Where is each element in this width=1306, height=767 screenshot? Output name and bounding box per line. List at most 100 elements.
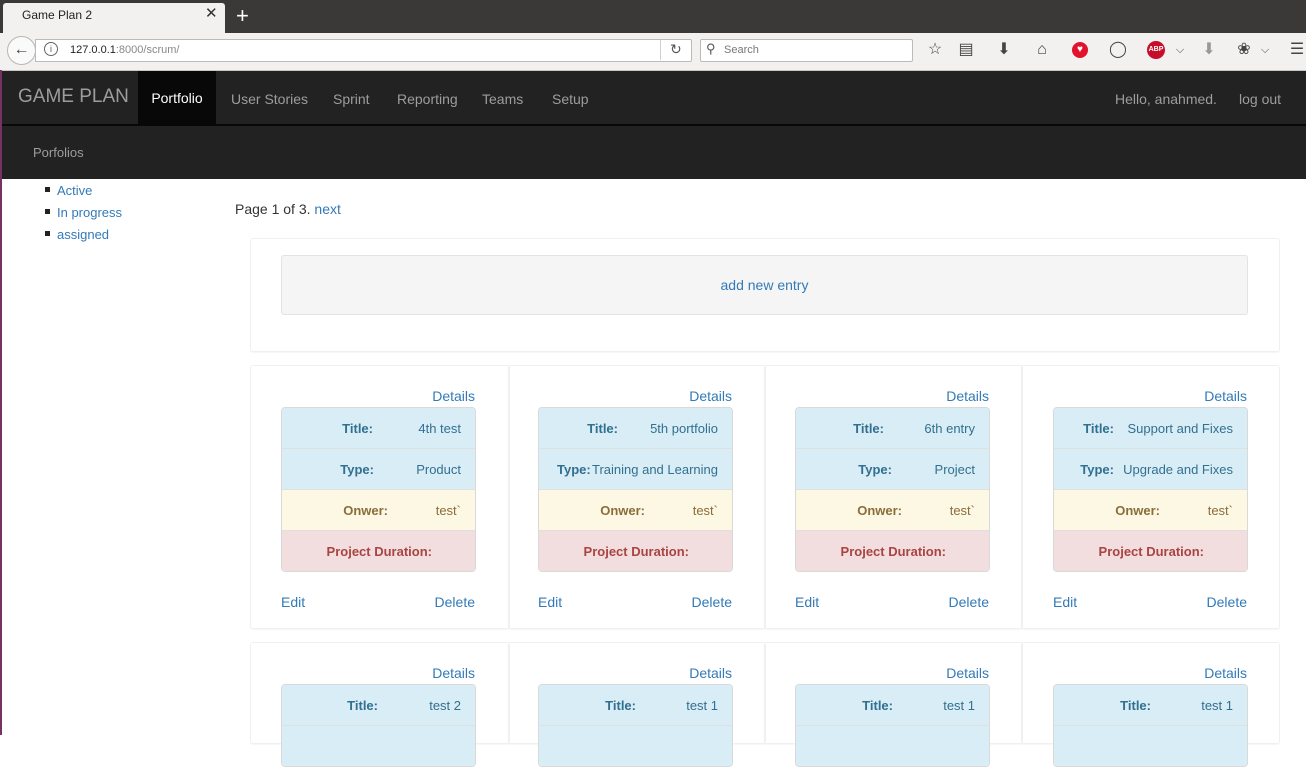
- title-label: Title:: [347, 698, 378, 713]
- type-row: [796, 726, 989, 766]
- details-link[interactable]: Details: [1053, 665, 1247, 681]
- nav-item-reporting[interactable]: Reporting: [397, 91, 458, 107]
- type-row: [1054, 726, 1247, 766]
- edit-link[interactable]: Edit: [538, 594, 562, 610]
- nav-item-teams[interactable]: Teams: [482, 91, 523, 107]
- type-value: Project: [934, 462, 975, 477]
- sidebar-item-active[interactable]: Active: [57, 183, 92, 198]
- title-value: test 1: [943, 698, 975, 713]
- card-table: Title: 6th entry Type: Project Onwer: test`…: [795, 407, 990, 572]
- edit-link[interactable]: Edit: [281, 594, 305, 610]
- card-actions: Edit Delete: [281, 594, 475, 610]
- type-label: Type:: [1080, 462, 1114, 477]
- delete-link[interactable]: Delete: [949, 594, 989, 610]
- delete-link[interactable]: Delete: [1207, 594, 1247, 610]
- title-row: Title: 6th entry: [796, 408, 989, 449]
- card-table: Title: Support and Fixes Type: Upgrade and…: [1053, 407, 1248, 572]
- url-text[interactable]: 127.0.0.1:8000/scrum/: [70, 44, 179, 56]
- new-tab-button[interactable]: +: [236, 3, 249, 29]
- duration-label: Project Duration:: [326, 544, 432, 559]
- details-link[interactable]: Details: [538, 388, 732, 404]
- duration-label: Project Duration:: [583, 544, 689, 559]
- details-link[interactable]: Details: [538, 665, 732, 681]
- type-label: Type:: [557, 462, 591, 477]
- type-value: Product: [416, 462, 461, 477]
- title-label: Title:: [1083, 421, 1114, 436]
- details-link[interactable]: Details: [281, 388, 475, 404]
- owner-label: Onwer:: [1115, 503, 1160, 518]
- portfolio-card: Details Title: test 1: [538, 665, 733, 767]
- type-row: Type: Upgrade and Fixes: [1054, 449, 1247, 490]
- delete-link[interactable]: Delete: [435, 594, 475, 610]
- user-greeting[interactable]: Hello, anahmed.: [1115, 91, 1217, 107]
- type-row: Type: Project: [796, 449, 989, 490]
- details-link[interactable]: Details: [795, 665, 989, 681]
- title-row: Title: test 2: [282, 685, 475, 726]
- nav-item-user-stories[interactable]: User Stories: [231, 91, 308, 107]
- owner-value: test`: [692, 503, 718, 518]
- type-row: Type: Training and Learning: [539, 449, 732, 490]
- download-icon[interactable]: ⬇: [993, 40, 1015, 60]
- subnav-item-portfolios[interactable]: Porfolios: [33, 145, 84, 160]
- reload-icon[interactable]: ↻: [670, 41, 682, 58]
- add-new-entry-link[interactable]: add new entry: [281, 277, 1248, 293]
- card-table: Title: 4th test Type: Product Onwer: test` …: [281, 407, 476, 572]
- sidebar-item-in-progress[interactable]: In progress: [57, 205, 122, 220]
- owner-label: Onwer:: [600, 503, 645, 518]
- back-arrow-icon[interactable]: ←: [7, 36, 36, 65]
- owner-row: Onwer: test`: [1054, 490, 1247, 531]
- owner-row: Onwer: test`: [796, 490, 989, 531]
- brand-logo[interactable]: GAME PLAN: [18, 86, 129, 108]
- details-link[interactable]: Details: [1053, 388, 1247, 404]
- details-link[interactable]: Details: [795, 388, 989, 404]
- close-tab-icon[interactable]: ✕: [205, 4, 218, 22]
- portfolio-card: Details Title: 6th entry Type: Project Onw…: [795, 388, 990, 572]
- card-table: Title: test 1: [538, 684, 733, 767]
- owner-label: Onwer:: [343, 503, 388, 518]
- bookmark-star-icon[interactable]: ☆: [924, 40, 946, 60]
- title-value: Support and Fixes: [1127, 421, 1233, 436]
- downloads-icon[interactable]: ⬇: [1198, 40, 1220, 60]
- type-row: [282, 726, 475, 766]
- card-actions: Edit Delete: [795, 594, 989, 610]
- portfolio-card: Details Title: Support and Fixes Type: Upg…: [1053, 388, 1248, 572]
- next-page-link[interactable]: next: [314, 201, 340, 217]
- nav-item-portfolio[interactable]: Portfolio: [138, 71, 216, 124]
- title-row: Title: 4th test: [282, 408, 475, 449]
- menu-icon[interactable]: ☰: [1286, 40, 1306, 60]
- type-row: [539, 726, 732, 766]
- owner-value: test`: [949, 503, 975, 518]
- info-icon[interactable]: i: [44, 42, 58, 56]
- edit-link[interactable]: Edit: [1053, 594, 1077, 610]
- title-label: Title:: [862, 698, 893, 713]
- card-table: Title: 5th portfolio Type: Training and Le…: [538, 407, 733, 572]
- title-label: Title:: [853, 421, 884, 436]
- edit-link[interactable]: Edit: [795, 594, 819, 610]
- chevron-down-icon[interactable]: ⌵: [1254, 40, 1276, 60]
- title-row: Title: Support and Fixes: [1054, 408, 1247, 449]
- home-icon[interactable]: ⌂: [1031, 40, 1053, 60]
- card-actions: Edit Delete: [538, 594, 732, 610]
- portfolio-card: Details Title: 5th portfolio Type: Trainin…: [538, 388, 733, 572]
- sidebar-item-assigned[interactable]: assigned: [57, 227, 109, 242]
- delete-link[interactable]: Delete: [692, 594, 732, 610]
- subnav-bar: [2, 126, 1306, 179]
- type-row: Type: Product: [282, 449, 475, 490]
- chevron-down-icon[interactable]: ⌵: [1169, 40, 1191, 60]
- url-divider: [660, 40, 661, 60]
- pocket-save-icon[interactable]: ♥: [1072, 42, 1088, 58]
- nav-item-setup[interactable]: Setup: [552, 91, 589, 107]
- card-actions: Edit Delete: [1053, 594, 1247, 610]
- title-label: Title:: [1120, 698, 1151, 713]
- reading-list-icon[interactable]: ▤: [955, 40, 977, 60]
- adblock-icon[interactable]: ABP: [1147, 41, 1165, 59]
- title-value: 5th portfolio: [650, 421, 718, 436]
- card-table: Title: test 1: [795, 684, 990, 767]
- logout-link[interactable]: log out: [1239, 91, 1281, 107]
- details-link[interactable]: Details: [281, 665, 475, 681]
- list-bullet: [45, 231, 50, 236]
- extension-icon[interactable]: ❀: [1233, 40, 1255, 60]
- nav-item-sprint[interactable]: Sprint: [333, 91, 370, 107]
- type-label: Type:: [340, 462, 374, 477]
- pocket-icon[interactable]: ◯: [1107, 40, 1129, 60]
